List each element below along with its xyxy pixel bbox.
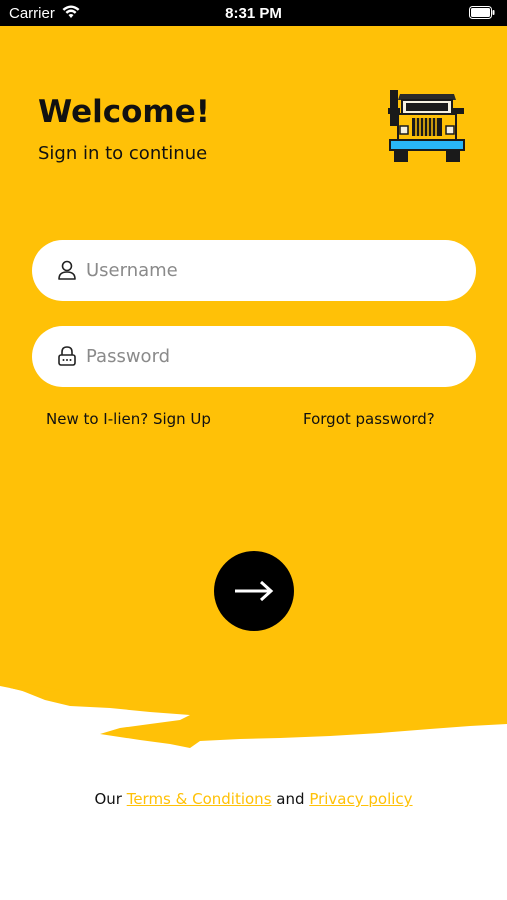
password-field[interactable] (32, 326, 476, 387)
truck-logo-icon (388, 90, 465, 162)
terms-link[interactable]: Terms & Conditions (127, 790, 272, 808)
page-title: Welcome! (38, 94, 210, 130)
footer-prefix: Our (94, 790, 122, 808)
sign-in-button[interactable] (214, 551, 294, 631)
legal-footer: Our Terms & Conditions and Privacy polic… (0, 790, 507, 808)
page-subtitle: Sign in to continue (38, 143, 208, 164)
username-field[interactable] (32, 240, 476, 301)
forgot-password-link[interactable]: Forgot password? (303, 410, 435, 428)
signup-link[interactable]: New to I-lien? Sign Up (46, 410, 211, 428)
privacy-link[interactable]: Privacy policy (309, 790, 412, 808)
password-input[interactable] (86, 326, 456, 387)
username-input[interactable] (86, 240, 456, 301)
status-bar: Carrier 8:31 PM (0, 0, 507, 26)
clock: 8:31 PM (225, 5, 282, 22)
footer-middle: and (276, 790, 305, 808)
battery-icon (469, 6, 495, 23)
